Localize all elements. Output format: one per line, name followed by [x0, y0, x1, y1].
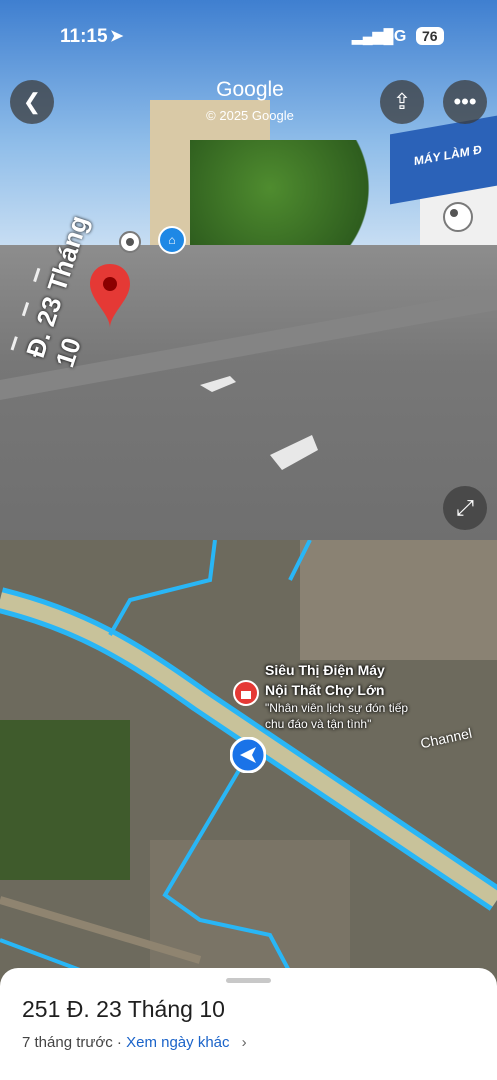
- address-title: 251 Đ. 23 Tháng 10: [22, 996, 225, 1022]
- chevron-left-icon: ❮: [22, 89, 42, 114]
- photo-point-marker-right[interactable]: [443, 202, 473, 232]
- more-button[interactable]: •••: [443, 80, 487, 124]
- nav-arrow-back[interactable]: [270, 435, 318, 470]
- map-roads: [0, 540, 497, 1010]
- more-icon: •••: [453, 89, 477, 114]
- share-icon: ⇪: [392, 89, 412, 114]
- nav-arrow-forward[interactable]: [200, 376, 236, 392]
- place-review-snippet: "Nhân viên lịch sự đón tiếp chu đáo và t…: [265, 701, 409, 731]
- share-button[interactable]: ⇪: [380, 80, 424, 124]
- battery-level: 76: [416, 27, 444, 45]
- shopping-bag-icon[interactable]: ⌂: [158, 226, 186, 254]
- copyright: © 2025 Google: [206, 108, 294, 123]
- place-pin-icon[interactable]: [233, 680, 259, 706]
- drag-handle[interactable]: [226, 978, 271, 983]
- image-date-row: 7 tháng trước · Xem ngày khác ›: [22, 1034, 247, 1051]
- tree: [190, 140, 390, 260]
- other-dates-link[interactable]: Xem ngày khác: [126, 1034, 229, 1051]
- fullscreen-button[interactable]: ⤢: [443, 486, 487, 530]
- location-arrow-icon: ➤: [110, 28, 124, 45]
- clock: 11:15: [60, 26, 108, 47]
- network-type: 5G: [385, 28, 407, 45]
- expand-icon: ⤢: [456, 495, 474, 520]
- map-panel[interactable]: [0, 540, 497, 1010]
- status-bar: 11:15 ➤ ▂▄▆█ 5G 76: [0, 22, 497, 52]
- navigation-arrow-icon: [230, 737, 266, 773]
- capture-age: 7 tháng trước: [22, 1034, 113, 1051]
- place-name-line2: Nội Thất Chợ Lớn: [265, 682, 385, 698]
- back-button[interactable]: ❮: [10, 80, 54, 124]
- street-view-panel[interactable]: MÁY LÀM Đ 11:15 ➤ ▂▄▆█ 5G 76 ❮ Google © …: [0, 0, 497, 540]
- chevron-right-icon[interactable]: ›: [242, 1034, 247, 1051]
- street-view-title: Google: [216, 78, 284, 101]
- separator: ·: [112, 1034, 127, 1051]
- bottom-sheet[interactable]: 251 Đ. 23 Tháng 10 7 tháng trước · Xem n…: [0, 968, 497, 1080]
- place-name-line1: Siêu Thị Điện Máy: [265, 662, 385, 678]
- place-name[interactable]: Siêu Thị Điện Máy Nội Thất Chợ Lớn: [265, 660, 385, 700]
